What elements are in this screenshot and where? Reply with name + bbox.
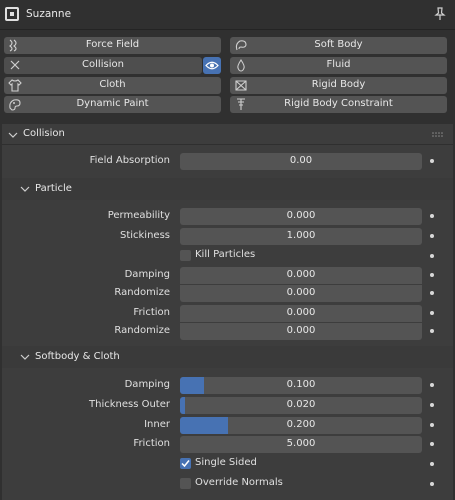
kill-particles-checkbox[interactable]: [180, 250, 191, 261]
thickness-inner-label: Inner: [144, 419, 170, 430]
field-absorption-value: 0.00: [289, 155, 313, 166]
permeability-field[interactable]: 0.000: [180, 208, 422, 225]
collision-label: Collision: [82, 59, 124, 70]
pin-icon[interactable]: [432, 6, 448, 22]
cloth-damping-value: 0.100: [286, 379, 316, 390]
rigid-body-button[interactable]: Rigid Body: [230, 77, 447, 94]
particle-subpanel-title: Particle: [35, 183, 72, 194]
keyframe-dot[interactable]: [430, 329, 434, 333]
collision-panel-title: Collision: [23, 128, 65, 139]
single-sided-checkbox[interactable]: [180, 458, 191, 469]
cloth-friction-label: Friction: [133, 438, 170, 449]
collision-visibility-toggle[interactable]: [203, 57, 221, 74]
cloth-button[interactable]: Cloth: [4, 77, 221, 94]
field-absorption-label: Field Absorption: [89, 155, 170, 166]
permeability-label: Permeability: [107, 210, 170, 221]
fluid-label: Fluid: [326, 59, 351, 70]
particle-damping-randomize-field[interactable]: 0.000: [180, 285, 422, 302]
override-normals-checkbox[interactable]: [180, 478, 191, 489]
particle-damping-field[interactable]: 0.000: [180, 267, 422, 284]
eye-icon: [205, 61, 219, 70]
cloth-friction-field[interactable]: 5.000: [180, 436, 422, 453]
cloth-damping-label: Damping: [124, 379, 170, 390]
stickiness-label: Stickiness: [119, 230, 170, 241]
force-field-button[interactable]: Force Field: [4, 37, 221, 54]
object-name: Suzanne: [26, 8, 72, 20]
soft-body-button[interactable]: Soft Body: [230, 37, 447, 54]
chevron-down-icon[interactable]: [8, 130, 18, 140]
field-absorption-field[interactable]: 0.00: [180, 153, 422, 170]
particle-damping-label: Damping: [124, 269, 170, 280]
keyframe-dot[interactable]: [430, 159, 434, 163]
thickness-outer-label: Thickness Outer: [89, 399, 170, 410]
keyframe-dot[interactable]: [430, 403, 434, 407]
stickiness-value: 1.000: [286, 230, 316, 241]
kill-particles-label: Kill Particles: [195, 249, 256, 260]
keyframe-dot[interactable]: [430, 423, 434, 427]
rigid-body-constraint-button[interactable]: Rigid Body Constraint: [230, 96, 447, 113]
dynamic-paint-button[interactable]: Dynamic Paint: [4, 96, 221, 113]
chevron-down-icon[interactable]: [20, 352, 30, 362]
cloth-damping-field[interactable]: 0.100: [180, 377, 422, 394]
softbody-cloth-subpanel-title: Softbody & Cloth: [35, 351, 120, 362]
keyframe-dot[interactable]: [430, 234, 434, 238]
keyframe-dot[interactable]: [430, 273, 434, 277]
force-field-label: Force Field: [85, 39, 140, 50]
keyframe-dot[interactable]: [430, 214, 434, 218]
keyframe-dot[interactable]: [430, 311, 434, 315]
collision-button[interactable]: Collision: [4, 57, 202, 74]
keyframe-dot[interactable]: [430, 442, 434, 446]
rigid-body-label: Rigid Body: [311, 79, 366, 90]
collision-panel-header[interactable]: [2, 124, 453, 145]
particle-damping-randomize-label: Randomize: [114, 287, 170, 298]
particle-friction-randomize-label: Randomize: [114, 325, 170, 336]
particle-friction-randomize-value: 0.000: [286, 325, 316, 336]
override-normals-label: Override Normals: [195, 477, 283, 488]
particle-friction-field[interactable]: 0.000: [180, 305, 422, 322]
dynamic-paint-label: Dynamic Paint: [76, 98, 149, 109]
soft-body-label: Soft Body: [314, 39, 363, 50]
thickness-outer-field[interactable]: 0.020: [180, 397, 422, 414]
particle-damping-value: 0.000: [286, 269, 316, 280]
thickness-inner-value: 0.200: [286, 419, 316, 430]
rigid-body-constraint-label: Rigid Body Constraint: [284, 98, 393, 109]
chevron-down-icon[interactable]: [20, 184, 30, 194]
permeability-value: 0.000: [286, 210, 316, 221]
fluid-button[interactable]: Fluid: [230, 57, 447, 74]
particle-friction-value: 0.000: [286, 307, 316, 318]
particle-friction-label: Friction: [133, 307, 170, 318]
particle-friction-randomize-field[interactable]: 0.000: [180, 323, 422, 340]
keyframe-dot[interactable]: [430, 482, 434, 486]
single-sided-label: Single Sided: [195, 457, 257, 468]
keyframe-dot[interactable]: [430, 383, 434, 387]
checkmark-icon: [181, 460, 190, 468]
drag-handle-icon[interactable]: [432, 131, 444, 137]
cloth-friction-value: 5.000: [286, 438, 316, 449]
keyframe-dot[interactable]: [430, 254, 434, 258]
particle-damping-randomize-value: 0.000: [286, 287, 316, 298]
object-icon: [5, 7, 19, 21]
thickness-inner-field[interactable]: 0.200: [180, 417, 422, 434]
keyframe-dot[interactable]: [430, 291, 434, 295]
keyframe-dot[interactable]: [430, 462, 434, 466]
cloth-label: Cloth: [99, 79, 126, 90]
stickiness-field[interactable]: 1.000: [180, 228, 422, 245]
thickness-outer-value: 0.020: [286, 399, 316, 410]
